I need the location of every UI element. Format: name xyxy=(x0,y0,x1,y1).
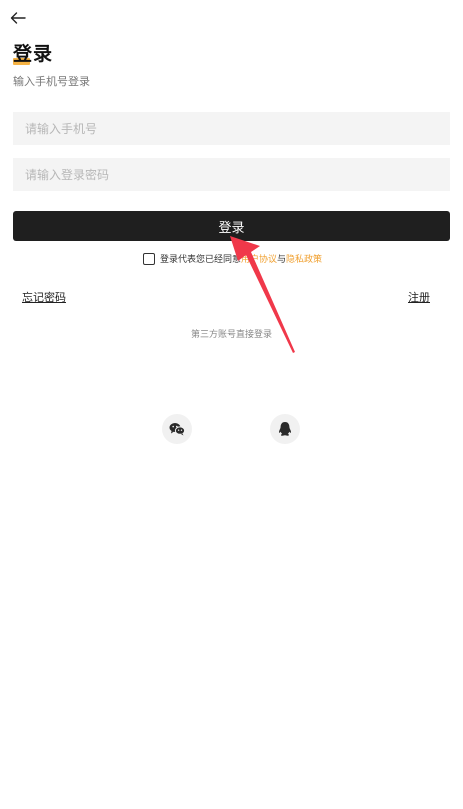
arrow-left-icon xyxy=(10,12,26,24)
user-agreement-link[interactable]: 用户协议 xyxy=(241,252,277,265)
qq-icon xyxy=(279,422,291,436)
agreement-row: 登录代表您已经同意 用户协议 与 隐私政策 xyxy=(143,251,322,266)
phone-input[interactable] xyxy=(13,112,450,145)
forgot-password-link[interactable]: 忘记密码 xyxy=(22,289,66,305)
back-button[interactable] xyxy=(8,8,28,28)
page-subtitle: 输入手机号登录 xyxy=(13,75,90,88)
title-block: 登录 xyxy=(13,42,53,66)
qq-login-button[interactable] xyxy=(270,414,300,444)
privacy-policy-link[interactable]: 隐私政策 xyxy=(286,252,322,265)
page-title: 登录 xyxy=(13,43,54,65)
agreement-prefix: 登录代表您已经同意 xyxy=(160,255,242,265)
wechat-login-button[interactable] xyxy=(162,414,192,444)
wechat-icon xyxy=(169,423,185,436)
login-button[interactable]: 登录 xyxy=(13,211,450,241)
password-input[interactable] xyxy=(13,158,450,191)
register-link[interactable]: 注册 xyxy=(408,289,430,305)
agreement-joiner: 与 xyxy=(277,255,287,265)
agreement-checkbox[interactable] xyxy=(143,252,155,265)
third-party-label: 第三方账号直接登录 xyxy=(190,330,272,340)
